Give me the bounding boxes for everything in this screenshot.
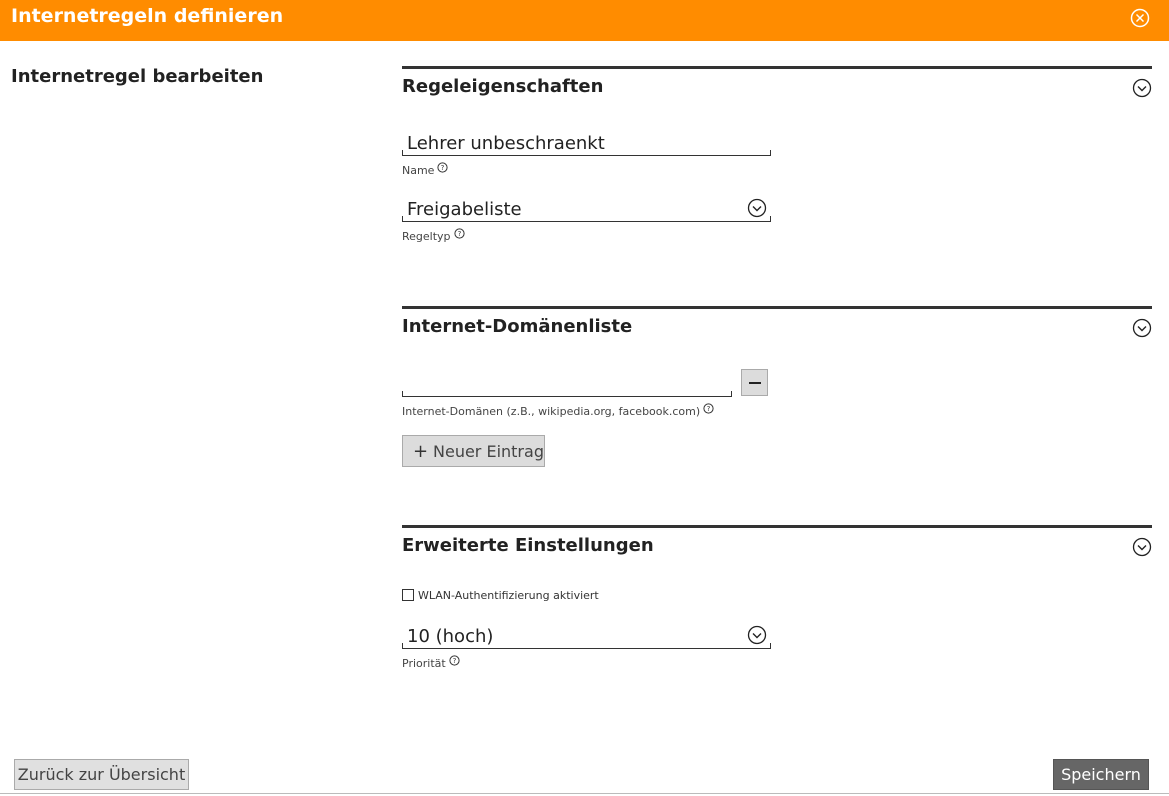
dialog-title: Internetregeln definieren — [11, 5, 284, 27]
domain-label: Internet-Domänen (z.B., wikipedia.org, f… — [402, 405, 701, 418]
chevron-down-icon[interactable] — [1132, 537, 1152, 557]
priority-label: Priorität — [402, 657, 446, 670]
section-advanced-settings: Erweiterte Einstellungen — [402, 525, 1152, 557]
new-entry-button[interactable]: + Neuer Eintrag — [402, 435, 545, 467]
section-rule-properties: Regeleigenschaften — [402, 66, 1152, 98]
help-icon[interactable]: ? — [453, 228, 465, 239]
name-label: Name — [402, 164, 435, 177]
section-title: Internet-Domänenliste — [402, 316, 633, 337]
priority-select[interactable]: 10 (hoch) — [402, 624, 771, 649]
new-entry-label: Neuer Eintrag — [433, 442, 544, 461]
name-value: Lehrer unbeschraenkt — [407, 133, 605, 154]
close-icon[interactable] — [1130, 8, 1150, 28]
wlan-auth-label[interactable]: WLAN-Authentifizierung aktiviert — [418, 589, 599, 602]
back-to-overview-button[interactable]: Zurück zur Übersicht — [14, 759, 189, 790]
page-heading: Internetregel bearbeiten — [11, 66, 264, 87]
chevron-down-icon[interactable] — [1132, 78, 1152, 98]
save-button[interactable]: Speichern — [1053, 759, 1149, 790]
divider — [0, 793, 1169, 794]
help-icon[interactable]: ? — [703, 403, 714, 414]
wlan-auth-checkbox[interactable] — [402, 589, 414, 601]
chevron-down-icon[interactable] — [747, 198, 767, 218]
priority-value: 10 (hoch) — [407, 626, 494, 647]
section-domain-list: Internet-Domänenliste — [402, 306, 1152, 338]
name-caption: Name? — [402, 162, 449, 177]
plus-icon: + — [413, 441, 429, 462]
wlan-auth-row: WLAN-Authentifizierung aktiviert — [402, 589, 599, 602]
name-field[interactable]: Lehrer unbeschraenkt — [402, 131, 771, 156]
rule-type-value: Freigabeliste — [407, 199, 522, 220]
priority-caption: Priorität? — [402, 655, 460, 670]
help-icon[interactable]: ? — [449, 655, 460, 666]
svg-text:?: ? — [441, 164, 445, 172]
svg-text:?: ? — [457, 230, 461, 238]
domain-caption: Internet-Domänen (z.B., wikipedia.org, f… — [402, 403, 714, 418]
minus-icon — [749, 382, 761, 384]
svg-text:?: ? — [452, 657, 456, 665]
section-title: Erweiterte Einstellungen — [402, 535, 654, 556]
chevron-down-icon[interactable] — [747, 625, 767, 645]
chevron-down-icon[interactable] — [1132, 318, 1152, 338]
svg-text:?: ? — [707, 405, 711, 413]
help-icon[interactable]: ? — [437, 162, 449, 173]
domain-input[interactable] — [402, 372, 732, 397]
rule-type-label: Regeltyp — [402, 230, 451, 243]
rule-type-caption: Regeltyp? — [402, 228, 465, 243]
remove-entry-button[interactable] — [741, 369, 768, 396]
rule-type-select[interactable]: Freigabeliste — [402, 197, 771, 222]
section-title: Regeleigenschaften — [402, 76, 604, 97]
dialog-header: Internetregeln definieren — [0, 0, 1169, 41]
